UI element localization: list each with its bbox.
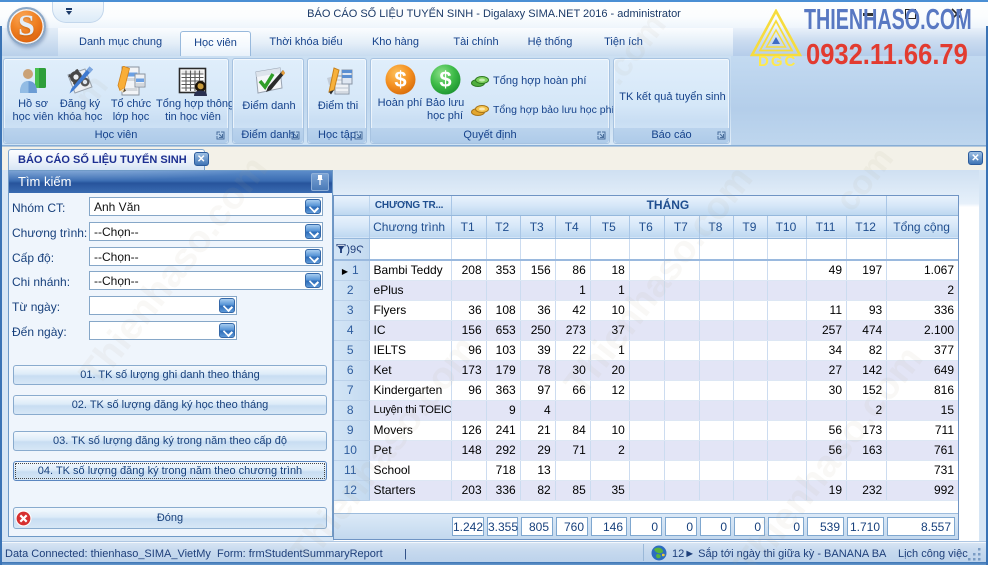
svg-text:$: $ <box>394 67 406 92</box>
svg-text:$: $ <box>439 67 451 92</box>
